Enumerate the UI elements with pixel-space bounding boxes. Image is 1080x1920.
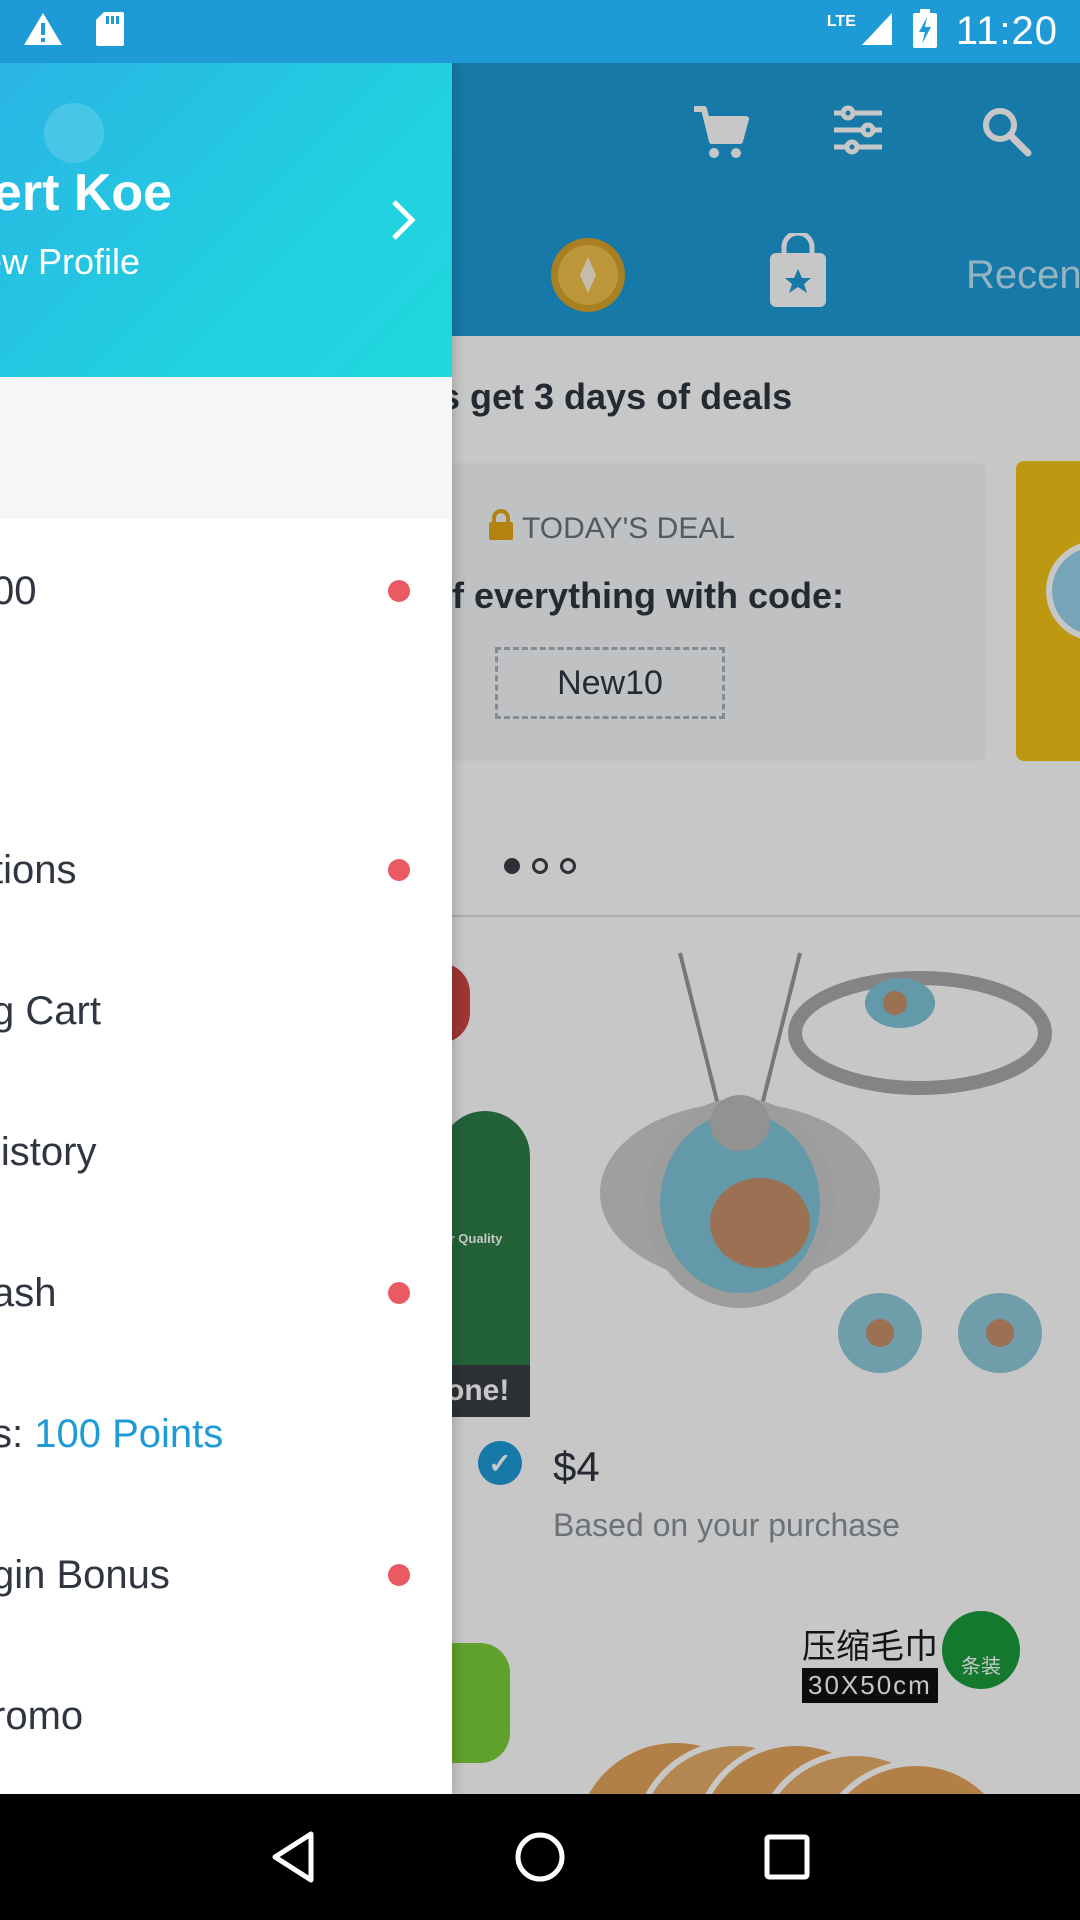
drawer-item-promo[interactable]: romo [0,1661,452,1771]
drawer-item-notifications[interactable]: tions [0,815,452,925]
drawer-item-balance[interactable]: 00 [0,536,452,646]
notification-dot [388,1282,410,1304]
status-bar: LTE 11:20 [0,0,1080,63]
network-type: LTE [826,12,856,30]
notification-dot [388,1564,410,1586]
points-value: 100 Points [34,1411,224,1456]
warning-icon [22,11,64,52]
drawer-section-band [0,377,452,519]
home-icon[interactable] [500,1817,580,1897]
sd-card-icon [94,10,126,53]
system-nav-bar [0,1794,1080,1920]
drawer-item-login-bonus[interactable]: gin Bonus [0,1520,452,1630]
navigation-drawer: sert Koe ew Profile 00 tions g Cart list… [0,63,452,1794]
clock: 11:20 [955,9,1058,53]
recents-icon[interactable] [747,1817,827,1897]
chevron-right-icon[interactable] [388,198,418,247]
user-name: sert Koe [0,164,173,222]
drawer-item-shopping-cart[interactable]: g Cart [0,956,452,1066]
drawer-item-order-history[interactable]: listory [0,1097,452,1207]
back-icon[interactable] [253,1817,333,1897]
view-profile-link[interactable]: ew Profile [0,241,140,283]
avatar [44,103,104,163]
drawer-header[interactable]: sert Koe ew Profile [0,63,452,377]
battery-charging-icon [912,9,938,54]
notification-dot [388,580,410,602]
signal-icon [860,11,894,52]
notification-dot [388,859,410,881]
drawer-item-cash[interactable]: ash [0,1238,452,1348]
drawer-item-points[interactable]: s: 100 Points [0,1379,452,1489]
